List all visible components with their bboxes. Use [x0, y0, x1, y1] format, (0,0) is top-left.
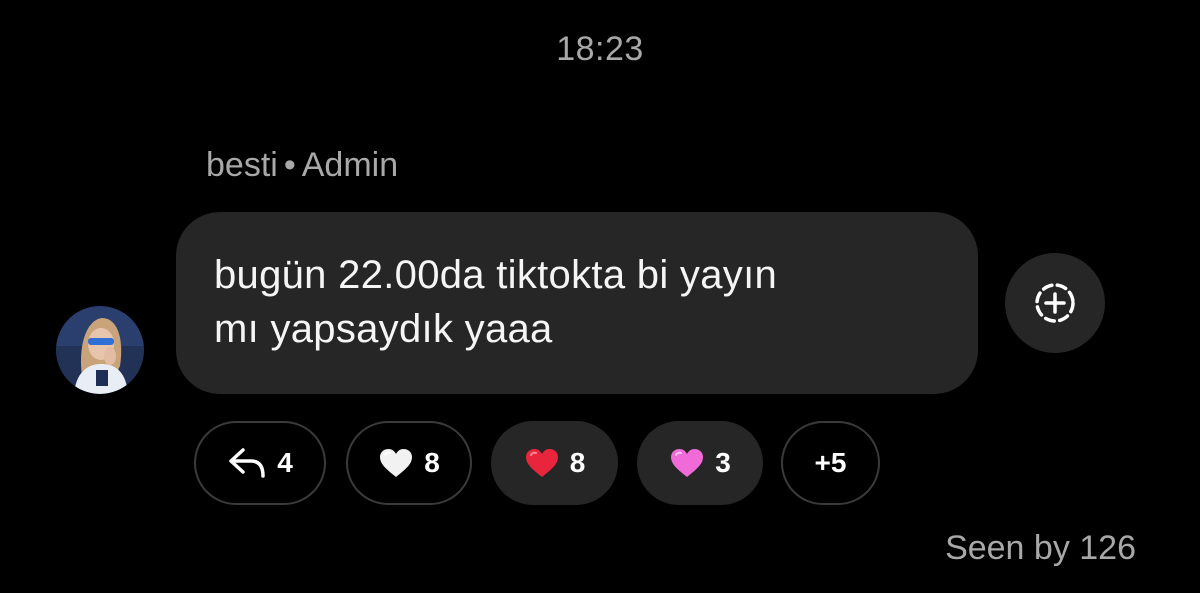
seen-by-label[interactable]: Seen by 126	[945, 529, 1136, 568]
reaction-count: 3	[715, 447, 731, 478]
reply-count-button[interactable]: 4	[194, 421, 326, 505]
sender-header: besti • Admin	[206, 146, 398, 185]
add-reaction-button[interactable]	[1005, 253, 1105, 353]
sender-role: Admin	[301, 146, 399, 184]
message-text-line: mı yapsaydık yaaa	[214, 307, 553, 351]
more-reactions-count: +5	[814, 447, 847, 478]
message-bubble[interactable]: bugün 22.00da tiktokta bi yayın mı yapsa…	[176, 212, 978, 394]
user-avatar-photo-icon	[56, 306, 144, 394]
reply-count: 4	[277, 447, 293, 478]
red-heart-emoji-icon	[524, 447, 560, 479]
chat-screen: 18:23 besti • Admin bugün 22.00da tiktok…	[0, 0, 1200, 593]
more-reactions-button[interactable]: +5	[781, 421, 880, 505]
pink-heart-emoji-icon	[669, 447, 705, 479]
reaction-count: 8	[569, 447, 586, 478]
avatar[interactable]	[56, 306, 144, 394]
message-timestamp: 18:23	[556, 30, 644, 68]
reaction-count: 8	[424, 447, 440, 478]
sender-name[interactable]: besti	[206, 146, 278, 184]
reaction-red-heart[interactable]: 8	[491, 421, 618, 505]
reply-icon	[227, 446, 267, 480]
reaction-pink-heart[interactable]: 3	[637, 421, 763, 505]
add-reaction-icon	[1035, 283, 1075, 323]
white-heart-emoji-icon	[378, 447, 414, 479]
sender-separator: •	[283, 146, 296, 184]
reaction-white-heart[interactable]: 8	[346, 421, 472, 505]
message-text-line: bugün 22.00da tiktokta bi yayın	[214, 253, 778, 297]
